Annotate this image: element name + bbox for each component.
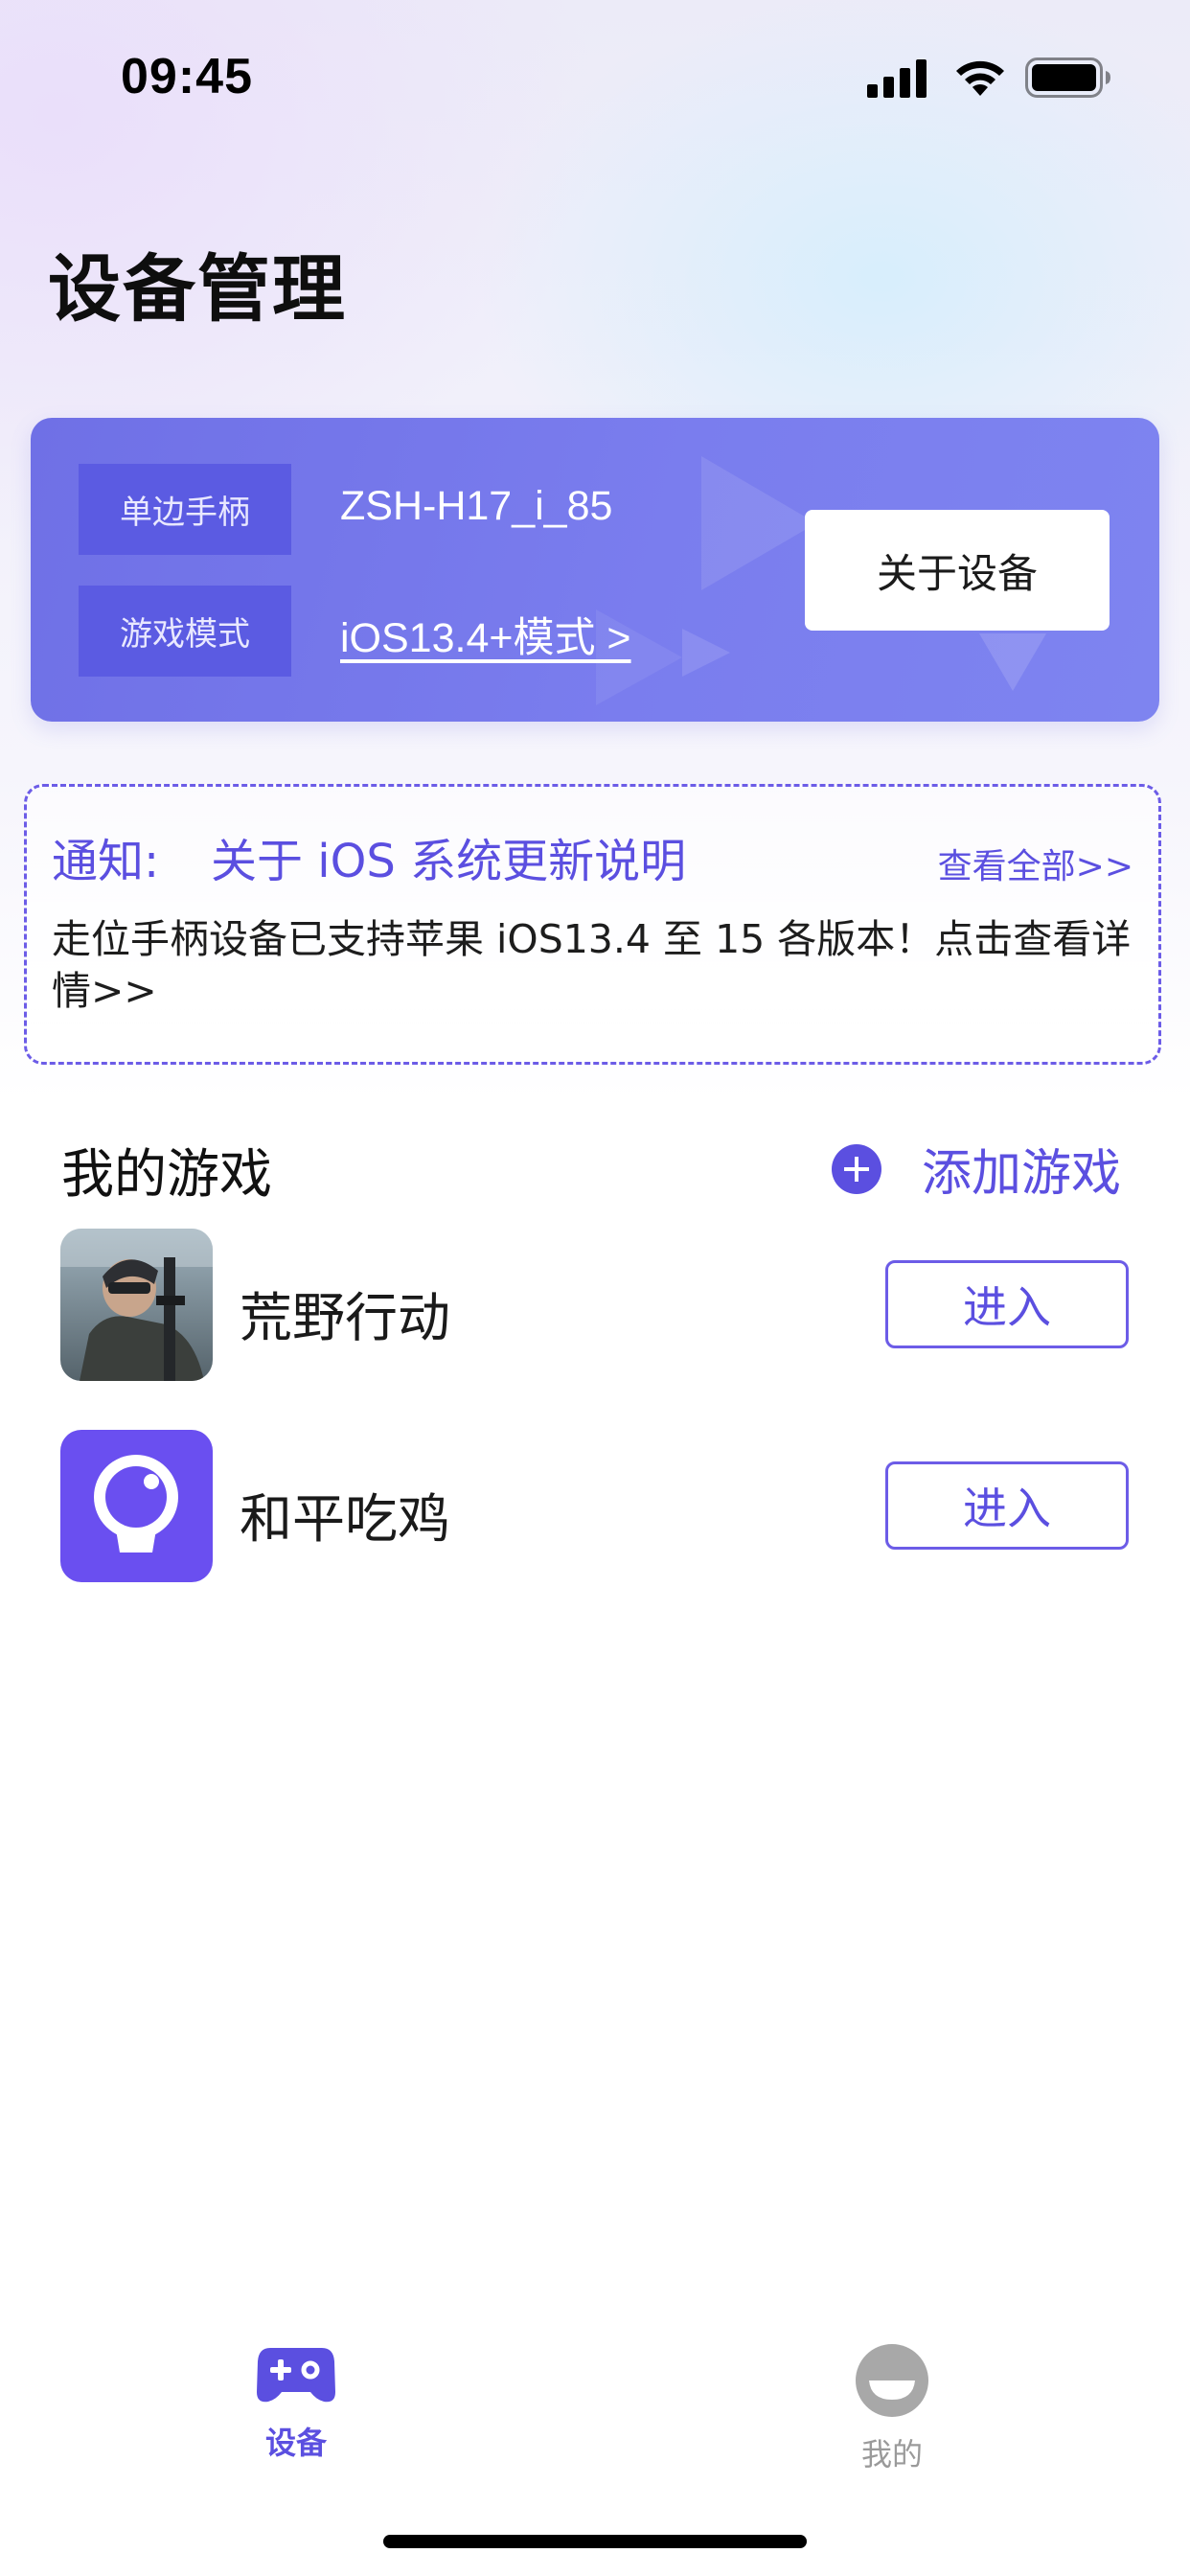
- tab-bar: 设备 我的: [0, 2319, 1190, 2511]
- tab-device-label: 设备: [264, 2425, 327, 2461]
- gamepad-icon: [257, 2348, 335, 2403]
- tab-device[interactable]: 设备: [181, 2344, 411, 2463]
- my-games-title: 我的游戏: [61, 1143, 273, 1205]
- add-game-button[interactable]: 添加游戏: [832, 1133, 1121, 1205]
- page-title: 设备管理: [48, 246, 347, 332]
- profile-face-icon: [856, 2344, 928, 2417]
- handle-type-label: 单边手柄: [79, 464, 291, 555]
- status-time: 09:45: [121, 49, 253, 104]
- battery-icon: [1025, 58, 1110, 98]
- view-all-link[interactable]: 查看全部>>: [938, 839, 1133, 888]
- game-icon-peace: [60, 1430, 213, 1582]
- game-name: 和平吃鸡: [240, 1488, 451, 1550]
- game-icon-wilderness: [60, 1229, 213, 1381]
- device-name: ZSH-H17_i_85: [340, 483, 613, 529]
- signal-bars-icon: [867, 59, 927, 98]
- notice-box[interactable]: 通知: 关于 iOS 系统更新说明 查看全部>> 走位手柄设备已支持苹果 iOS…: [24, 784, 1161, 1065]
- game-row: 荒野行动 进入: [0, 1229, 1190, 1382]
- enter-game-button[interactable]: 进入: [885, 1461, 1129, 1550]
- home-indicator: [383, 2535, 807, 2548]
- wifi-icon: [956, 60, 1004, 96]
- tab-mine-label: 我的: [860, 2436, 923, 2472]
- game-mode-link[interactable]: iOS13.4+模式 >: [340, 605, 631, 664]
- notice-title: 关于 iOS 系统更新说明: [211, 835, 687, 888]
- about-device-button[interactable]: 关于设备: [805, 510, 1110, 631]
- tab-mine[interactable]: 我的: [777, 2344, 1007, 2474]
- notice-body[interactable]: 走位手柄设备已支持苹果 iOS13.4 至 15 各版本！点击查看详情>>: [52, 913, 1144, 1017]
- game-name: 荒野行动: [240, 1287, 451, 1348]
- status-bar: 09:45: [0, 0, 1190, 153]
- game-row: 和平吃鸡 进入: [0, 1430, 1190, 1583]
- plus-circle-icon: [832, 1143, 881, 1194]
- notice-prefix: 通知:: [52, 835, 160, 888]
- device-card: 单边手柄 ZSH-H17_i_85 游戏模式 iOS13.4+模式 > 关于设备: [31, 418, 1159, 722]
- game-mode-label: 游戏模式: [79, 586, 291, 677]
- add-game-label: 添加游戏: [922, 1145, 1122, 1203]
- enter-game-button[interactable]: 进入: [885, 1260, 1129, 1348]
